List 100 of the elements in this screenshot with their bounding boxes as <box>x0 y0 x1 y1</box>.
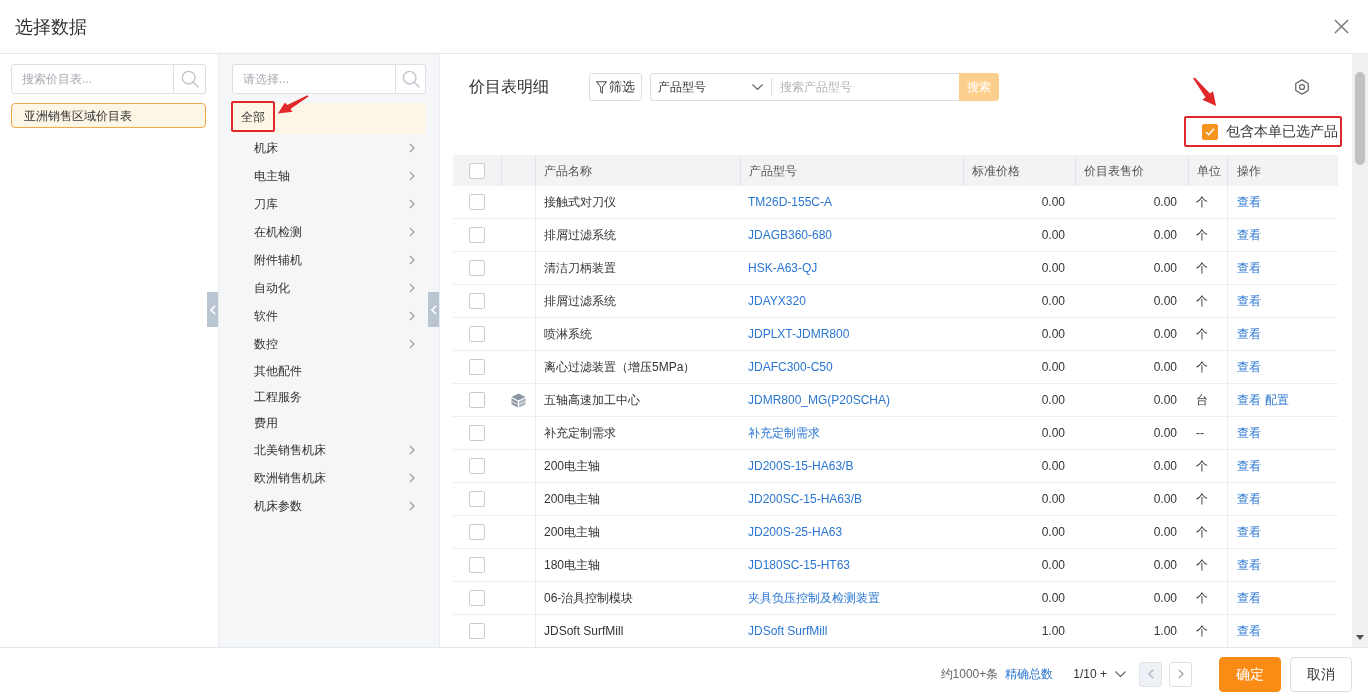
table-cell-text: 180电主轴 <box>544 557 601 574</box>
category-label: 自动化 <box>254 280 290 297</box>
category-item[interactable]: 在机检测 <box>232 218 426 246</box>
action-link[interactable]: 查看 <box>1237 358 1261 376</box>
collapse-handle[interactable] <box>428 292 439 327</box>
checkbox[interactable] <box>469 194 485 210</box>
category-item[interactable]: 数控 <box>232 330 426 358</box>
category-item[interactable]: 北美销售机床 <box>232 436 426 464</box>
category-item[interactable]: 电主轴 <box>232 162 426 190</box>
action-link[interactable]: 查看 <box>1237 523 1261 541</box>
action-link[interactable]: 查看 <box>1237 391 1261 409</box>
product-model-link[interactable]: JDAFC300-C50 <box>748 358 833 376</box>
checkbox[interactable] <box>469 590 485 606</box>
search-field[interactable]: 搜索产品型号 <box>772 73 959 101</box>
table-cell-text: 个 <box>1196 293 1208 310</box>
settings-icon <box>1294 79 1310 95</box>
checkbox[interactable] <box>469 359 485 375</box>
action-link[interactable]: 查看 <box>1237 226 1261 244</box>
scroll-down-icon[interactable] <box>1356 635 1364 640</box>
column-header: 价目表售价 <box>1075 155 1188 186</box>
product-model-link[interactable]: JDPLXT-JDMR800 <box>748 325 850 343</box>
product-model-link[interactable]: JD200SC-15-HA63/B <box>748 490 863 508</box>
scrollbar-thumb[interactable] <box>1355 72 1365 165</box>
product-model-link[interactable]: 补充定制需求 <box>748 424 820 442</box>
action-link[interactable]: 查看 <box>1237 325 1261 343</box>
product-model-link[interactable]: JDMR800_MG(P20SCHA) <box>748 391 891 409</box>
collapse-handle[interactable] <box>207 292 218 327</box>
filter-button[interactable]: 筛选 <box>589 73 642 101</box>
table-cell-text: 0.00 <box>1153 326 1177 343</box>
checkbox-label: 包含本单已选产品 <box>1226 122 1338 141</box>
checkbox[interactable] <box>469 293 485 309</box>
category-label: 刀库 <box>254 196 278 213</box>
action-link[interactable]: 查看 <box>1237 457 1261 475</box>
category-item[interactable]: 软件 <box>232 302 426 330</box>
checkbox[interactable] <box>469 623 485 639</box>
product-model-link[interactable]: JD180SC-15-HT63 <box>748 556 851 574</box>
category-label: 北美销售机床 <box>254 442 326 459</box>
table-cell-text: 补充定制需求 <box>544 425 616 442</box>
settings-button[interactable] <box>1294 79 1310 95</box>
search-button[interactable] <box>174 64 206 94</box>
table-cell-text: 个 <box>1196 524 1208 541</box>
action-link[interactable]: 查看 <box>1237 490 1261 508</box>
table-cell-text: 离心过滤装置（增压5MPa） <box>544 359 696 376</box>
table-cell-text: 0.00 <box>1153 590 1177 607</box>
action-link[interactable]: 配置 <box>1265 391 1289 409</box>
product-model-link[interactable]: JDAYX320 <box>748 292 806 310</box>
product-model-link[interactable]: JD200S-25-HA63 <box>748 523 843 541</box>
category-item[interactable]: 附件辅机 <box>232 246 426 274</box>
action-link[interactable]: 查看 <box>1237 556 1261 574</box>
table-cell-text: 0.00 <box>1153 260 1177 277</box>
checkbox[interactable] <box>469 491 485 507</box>
checkbox[interactable] <box>469 227 485 243</box>
product-model-link[interactable]: JD200S-15-HA63/B <box>748 457 854 475</box>
field-select[interactable]: 产品型号 <box>650 73 771 101</box>
action-link[interactable]: 查看 <box>1237 589 1261 607</box>
checkbox[interactable] <box>469 260 485 276</box>
price-list-item[interactable]: 亚洲销售区域价目表 <box>11 103 206 128</box>
scrollbar[interactable] <box>1352 54 1368 647</box>
product-model-link[interactable]: 夹具负压控制及检测装置 <box>748 589 880 607</box>
table-cell-text: 200电主轴 <box>544 524 601 541</box>
table-cell-text: 个 <box>1196 623 1208 640</box>
category-item[interactable]: 工程服务 <box>232 384 426 410</box>
table-cell-text: 0.00 <box>1041 260 1065 277</box>
product-model-link[interactable]: JDSoft SurfMill <box>748 622 828 640</box>
table-cell-text: 0.00 <box>1153 458 1177 475</box>
checkbox[interactable] <box>469 524 485 540</box>
search-field[interactable]: 搜索价目表... <box>11 64 174 94</box>
category-item[interactable]: 费用 <box>232 410 426 436</box>
close-button[interactable] <box>1334 19 1349 34</box>
action-link[interactable]: 查看 <box>1237 259 1261 277</box>
checkbox[interactable] <box>469 326 485 342</box>
action-link[interactable]: 查看 <box>1237 193 1261 211</box>
category-label: 在机检测 <box>254 224 302 241</box>
search-field[interactable]: 请选择... <box>232 64 396 94</box>
exact-total-link[interactable]: 精确总数 <box>1005 665 1054 683</box>
category-item[interactable]: 其他配件 <box>232 358 426 384</box>
page-select[interactable]: 1/10 + <box>1073 665 1126 683</box>
table-cell-text: 0.00 <box>1041 491 1065 508</box>
checkbox[interactable] <box>1202 123 1218 140</box>
category-label: 欧洲销售机床 <box>254 470 326 487</box>
action-link[interactable]: 查看 <box>1237 292 1261 310</box>
checkbox[interactable] <box>469 557 485 573</box>
cancel-button[interactable]: 取消 <box>1290 656 1352 692</box>
category-item[interactable]: 欧洲销售机床 <box>232 464 426 492</box>
checkbox[interactable] <box>469 425 485 441</box>
checkbox[interactable] <box>469 458 485 474</box>
checkbox[interactable] <box>469 392 485 408</box>
table-cell-text: 个 <box>1196 590 1208 607</box>
action-link[interactable]: 查看 <box>1237 622 1261 640</box>
action-link[interactable]: 查看 <box>1237 424 1261 442</box>
category-item[interactable]: 机床 <box>232 134 426 162</box>
checkbox[interactable] <box>469 162 485 179</box>
product-model-link[interactable]: JDAGB360-680 <box>748 226 833 244</box>
category-item[interactable]: 机床参数 <box>232 492 426 520</box>
product-model-link[interactable]: TM26D-155C-A <box>748 193 833 211</box>
search-button[interactable] <box>396 64 426 94</box>
product-model-link[interactable]: HSK-A63-QJ <box>748 259 818 277</box>
next-page-button[interactable] <box>1169 661 1192 687</box>
category-item[interactable]: 自动化 <box>232 274 426 302</box>
category-item[interactable]: 刀库 <box>232 190 426 218</box>
